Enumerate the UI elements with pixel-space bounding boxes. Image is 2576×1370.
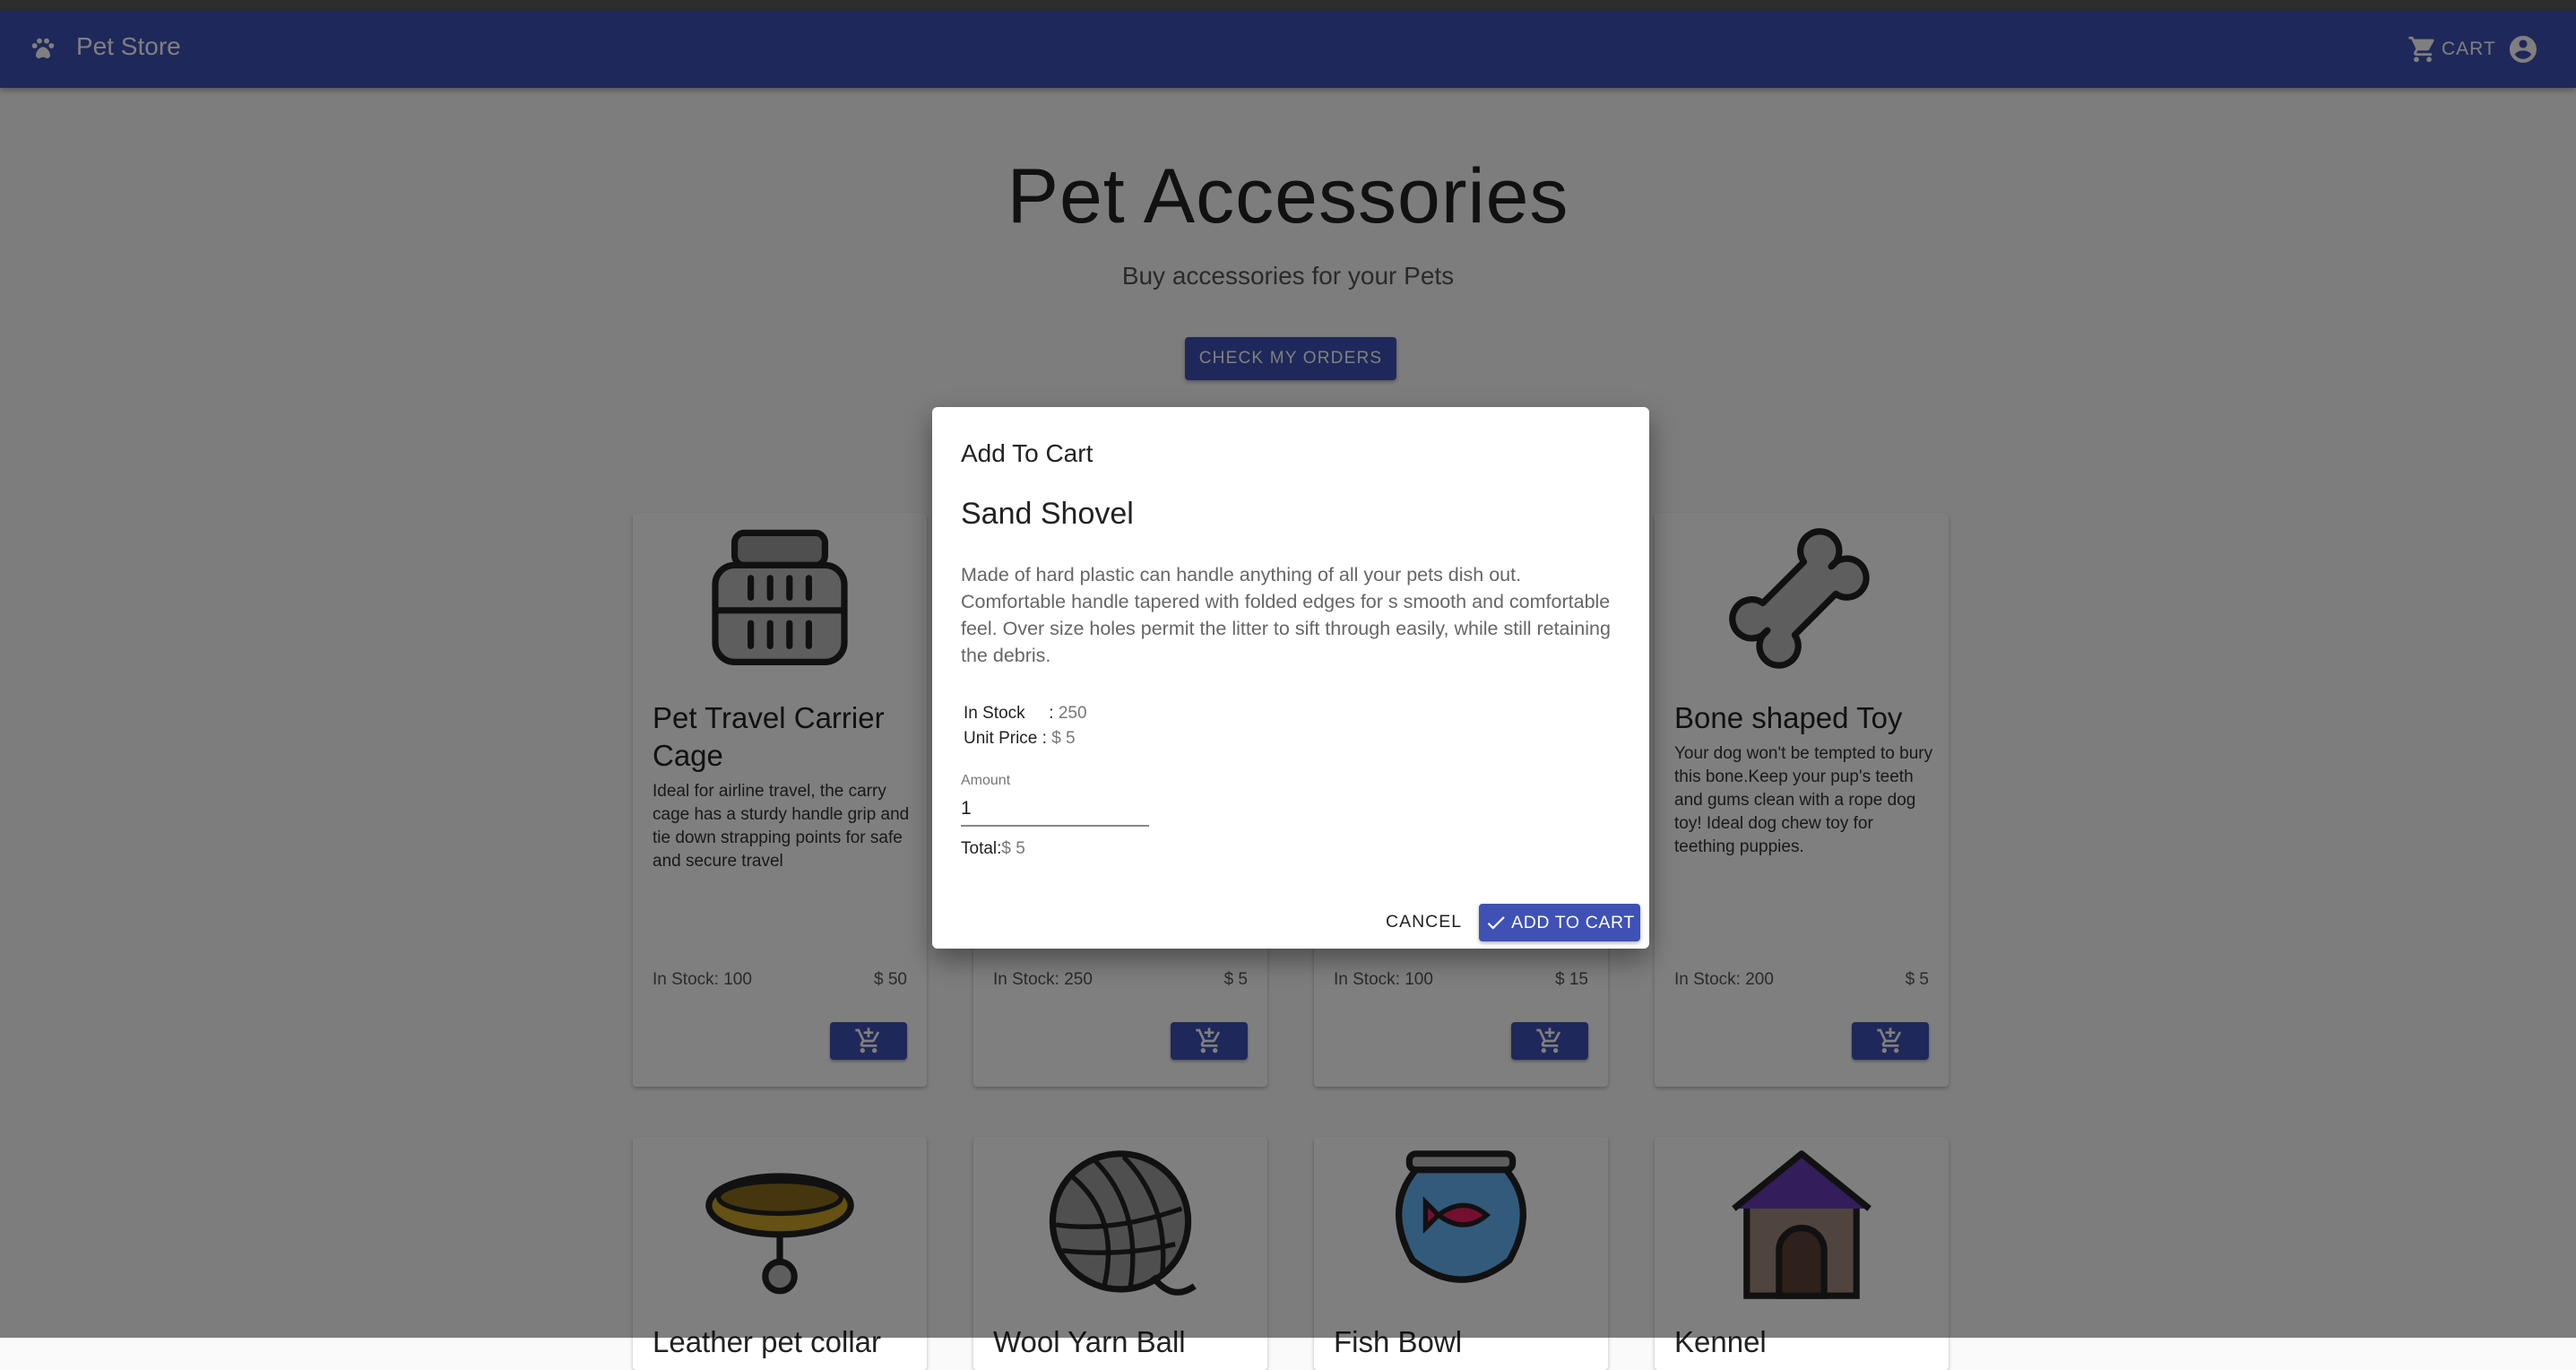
total-label: Total: bbox=[961, 839, 1002, 858]
unit-price-label: Unit Price : bbox=[964, 729, 1047, 748]
add-to-cart-label: ADD TO CART bbox=[1511, 912, 1635, 932]
confirm-add-to-cart-button[interactable]: ADD TO CART bbox=[1479, 904, 1640, 941]
amount-input[interactable] bbox=[961, 793, 1149, 827]
in-stock-value: 250 bbox=[1058, 704, 1087, 723]
unit-price-value: $ 5 bbox=[1051, 729, 1076, 748]
add-to-cart-dialog: Add To Cart Sand Shovel Made of hard pla… bbox=[932, 407, 1649, 949]
dialog-product-name: Sand Shovel bbox=[961, 497, 1134, 531]
dialog-product-info: In Stock : 250 Unit Price : $ 5 bbox=[964, 701, 1087, 751]
in-stock-separator: : bbox=[1049, 704, 1054, 723]
check-icon bbox=[1487, 916, 1505, 930]
dialog-product-description: Made of hard plastic can handle anything… bbox=[961, 564, 1611, 666]
dialog-total: Total:$ 5 bbox=[961, 839, 1025, 859]
dialog-title: Add To Cart bbox=[961, 439, 1094, 467]
cancel-button[interactable]: CANCEL bbox=[1380, 904, 1463, 940]
amount-label: Amount bbox=[961, 773, 1011, 788]
in-stock-label: In Stock bbox=[964, 704, 1025, 723]
total-value: $ 5 bbox=[1001, 839, 1025, 858]
